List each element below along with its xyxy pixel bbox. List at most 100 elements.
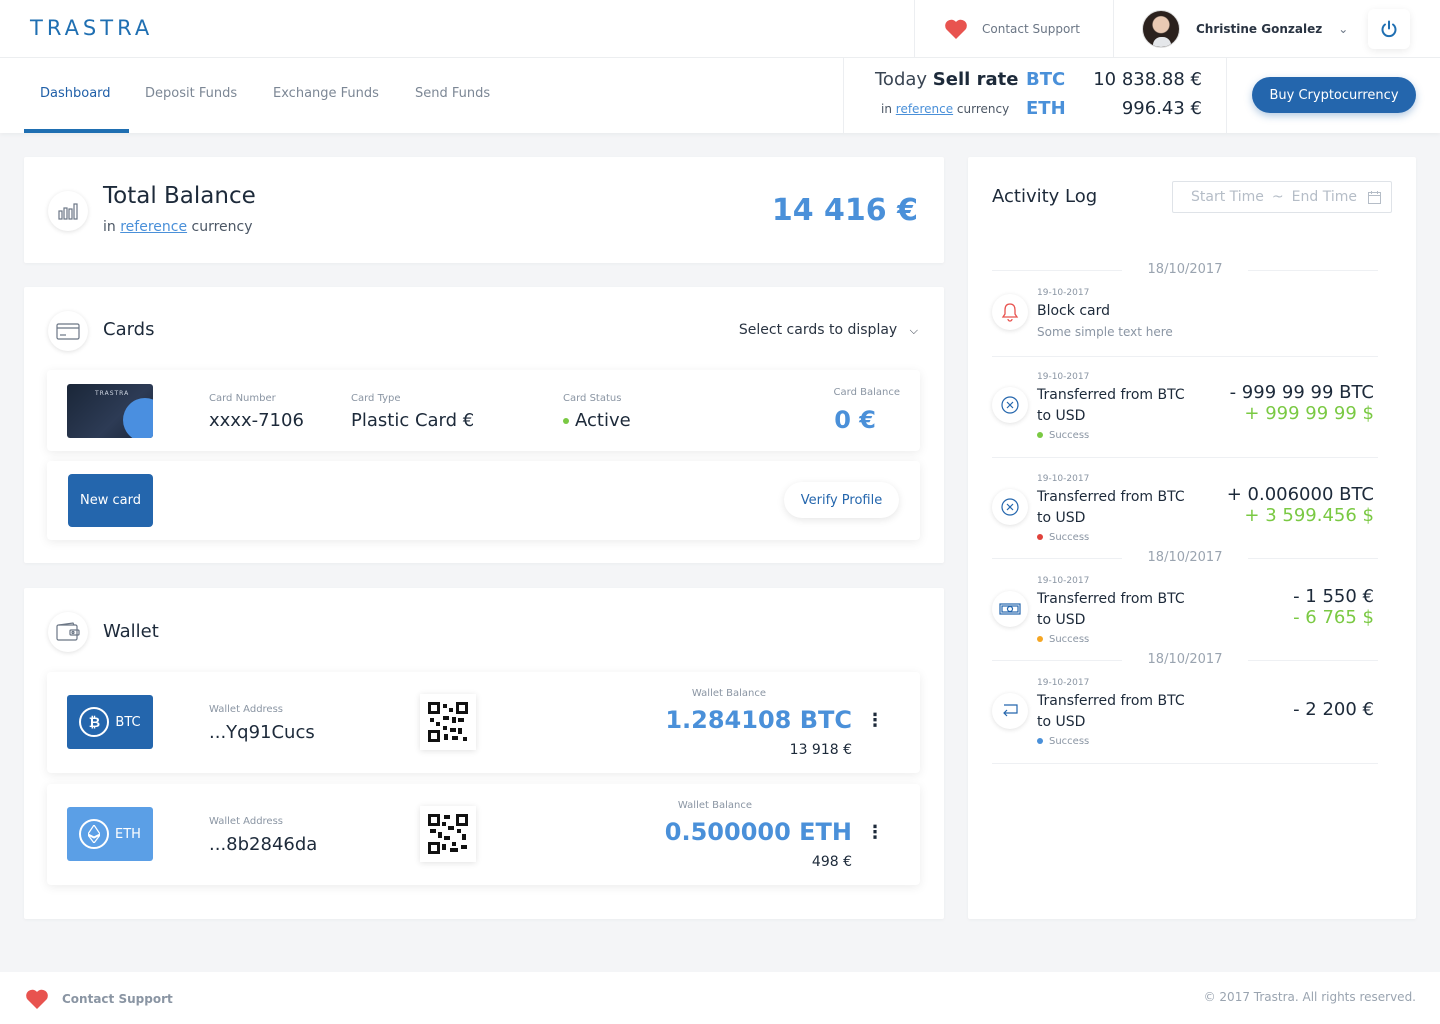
heart-icon [26,989,48,1009]
btc-coin-label: BTC [115,714,141,730]
card-status-label: Card Status [563,393,622,404]
wallet-fiat-value: 498 € [811,854,852,870]
tab-exchange-funds[interactable]: Exchange Funds [273,86,379,101]
activity-title: Transferred from BTC to USD [1037,693,1185,730]
date-range-picker[interactable]: Start Time ~ End Time [1172,181,1392,213]
activity-title: Block card [1037,303,1110,319]
tab-dashboard[interactable]: Dashboard [40,86,111,101]
in-label: in [881,102,892,116]
activity-status-text: Success [1049,532,1090,543]
header-divider [914,0,915,58]
bar-chart-icon [48,191,88,231]
avatar [1142,10,1180,48]
wallet-balance-value: 1.284108 BTC [665,706,852,734]
activity-amount-primary: - 999 99 99 BTC [1229,382,1374,403]
activity-date-separator: 18/10/2017 [992,262,1378,277]
activity-amount-secondary: - 6 765 $ [1293,607,1374,628]
activity-status-text: Success [1049,736,1090,747]
card-row[interactable]: TRASTRA Card Number xxxx-7106 Card Type … [47,370,920,451]
card-number-label: Card Number [209,393,276,404]
chevron-down-icon: ⌵ [909,324,918,337]
wallet-balance-value: 0.500000 ETH [664,818,852,846]
wallet-address-value: ...8b2846da [209,834,318,855]
new-card-button[interactable]: New card [68,474,153,527]
trastra-logo[interactable]: TRASTRA [30,16,153,40]
qr-code-icon[interactable] [420,806,476,862]
activity-divider [992,763,1378,764]
heart-icon [945,19,967,39]
reference-currency-note: in reference currency [881,102,1009,116]
activity-log-title: Activity Log [992,186,1098,207]
wallet-address-label: Wallet Address [209,704,284,715]
card-type-value: Plastic Card € [351,410,475,431]
qr-code-icon[interactable] [420,694,476,750]
status-dot [1037,636,1043,642]
wallet-address-label: Wallet Address [209,816,284,827]
status-dot [1037,534,1043,540]
currency-label: currency [191,219,253,235]
ethereum-icon [79,819,110,849]
wallet-address-value: ...Yq91Cucs [209,722,315,743]
card-balance-label: Card Balance [833,387,900,398]
cancel-circle-icon [992,489,1028,525]
activity-status: Success [1037,532,1089,543]
card-status-value: Active [563,410,631,431]
credit-card-icon [48,311,88,351]
status-dot [1037,432,1043,438]
page-footer: Contact Support © 2017 Trastra. All righ… [0,972,1440,1024]
wallet-fiat-value: 13 918 € [789,742,852,758]
card-thumbnail: TRASTRA [67,384,153,438]
power-icon [1381,20,1397,38]
sell-rate-label: Sell rate [932,69,1019,90]
nav-divider [1226,58,1227,133]
more-vertical-icon[interactable]: ⋮ [866,710,884,731]
wallet-row-eth[interactable]: ETH Wallet Address ...8b2846da Wallet Ba… [47,784,920,885]
banknote-icon [992,591,1028,627]
transfer-arrow-icon [992,693,1028,729]
currency-label: currency [956,102,1010,116]
eth-coin-label: ETH [115,826,141,842]
status-dot [563,418,569,424]
total-balance-title: Total Balance [103,183,256,209]
activity-title: Transferred from BTC to USD [1037,387,1185,424]
select-cards-dropdown[interactable]: Select cards to display ⌵ [739,322,918,338]
activity-date-separator: 18/10/2017 [992,550,1378,565]
verify-profile-button[interactable]: Verify Profile [784,482,899,518]
logout-button[interactable] [1368,9,1410,49]
activity-time: 19-10-2017 [1037,678,1090,688]
card-status-text: Active [575,410,631,431]
total-balance-value: 14 416 € [771,193,918,228]
eth-rate-value: 996.43 € [1121,98,1202,119]
buy-cryptocurrency-button[interactable]: Buy Cryptocurrency [1252,77,1416,113]
activity-status-text: Success [1049,430,1090,441]
activity-time: 19-10-2017 [1037,474,1090,484]
reference-link[interactable]: reference [120,219,187,235]
activity-time: 19-10-2017 [1037,372,1090,382]
more-vertical-icon[interactable]: ⋮ [866,822,884,843]
today-label: Today [875,69,928,90]
activity-divider [992,457,1378,458]
card-actions-row: New card Verify Profile [47,461,920,540]
activity-description: Some simple text here [1037,325,1173,339]
activity-status-text: Success [1049,634,1090,645]
tab-send-funds[interactable]: Send Funds [415,86,490,101]
footer-contact-support-label: Contact Support [62,992,173,1006]
activity-status: Success [1037,430,1089,441]
reference-link[interactable]: reference [896,102,953,116]
cards-title: Cards [103,319,155,340]
wallet-row-btc[interactable]: ₿ BTC Wallet Address ...Yq91Cucs Wallet … [47,672,920,773]
wallet-balance-label: Wallet Balance [677,800,752,811]
footer-contact-support-link[interactable]: Contact Support [24,988,173,1010]
total-balance-panel: Total Balance in reference currency 14 4… [24,157,944,263]
cancel-circle-icon [992,387,1028,423]
user-menu[interactable]: Christine Gonzalez ⌄ [1142,10,1348,48]
activity-amount-primary: - 2 200 € [1293,699,1374,720]
btc-coin-tile: ₿ BTC [67,695,153,749]
activity-divider [992,356,1378,357]
activity-title: Transferred from BTC to USD [1037,489,1185,526]
contact-support-link[interactable]: Contact Support [944,18,1080,40]
tab-deposit-funds[interactable]: Deposit Funds [145,86,237,101]
range-separator: ~ [1271,189,1284,205]
balance-reference-note: in reference currency [103,219,253,235]
activity-amount-secondary: + 999 99 99 $ [1244,403,1374,424]
